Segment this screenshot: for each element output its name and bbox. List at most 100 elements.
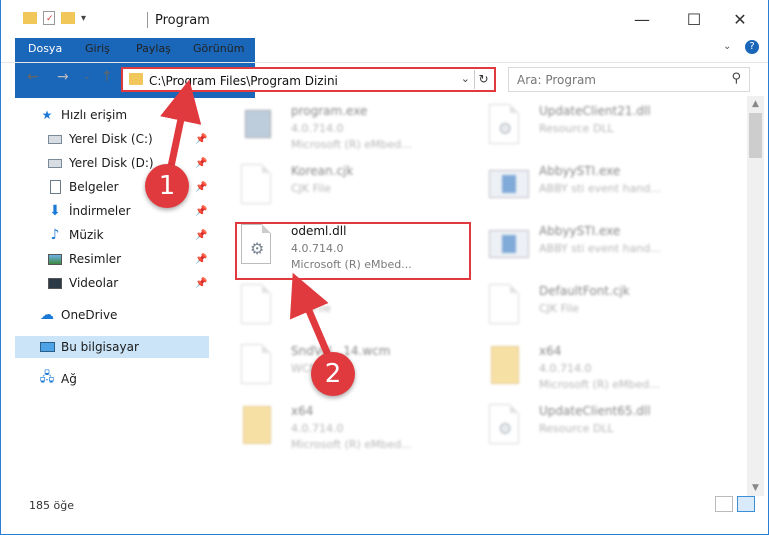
quick-access-toolbar: ✓ ▾ bbox=[23, 11, 86, 25]
list-item[interactable]: ⚙ UpdateClient65.dll Resource DLL bbox=[483, 400, 723, 460]
properties-icon[interactable]: ✓ bbox=[43, 11, 55, 25]
file-name: program.exe bbox=[291, 104, 368, 118]
sidebar-item-network[interactable]: 🖧 Ağ bbox=[15, 368, 209, 390]
list-item[interactable]: AbbyySTI.exe ABBY sti event hand... bbox=[483, 220, 723, 280]
ribbon-tabs: Dosya Giriş Paylaş Görünüm ⌄ ? bbox=[15, 38, 768, 98]
search-placeholder: Ara: Program bbox=[517, 73, 596, 87]
address-bar[interactable]: C:\Program Files\Program Dizini ⌄ ↻ bbox=[121, 67, 496, 92]
sidebar-item-pictures[interactable]: Resimler 📌 bbox=[15, 248, 209, 270]
customize-toolbar-icon[interactable]: ▾ bbox=[81, 13, 86, 24]
file-detail: CJK File bbox=[291, 302, 332, 315]
file-detail: Microsoft (R) eMbed... bbox=[539, 378, 660, 391]
sidebar-item-disk-c[interactable]: Yerel Disk (C:) 📌 bbox=[15, 128, 209, 150]
file-name: Korean.cjk bbox=[291, 164, 354, 178]
network-icon: 🖧 bbox=[39, 370, 55, 385]
address-path: C:\Program Files\Program Dizini bbox=[149, 74, 338, 88]
step-badge-2: 2 bbox=[311, 352, 355, 396]
list-item[interactable]: DefaultFont.cjk CJK File bbox=[483, 280, 723, 340]
file-detail: ABBY sti event hand... bbox=[539, 182, 661, 195]
scrollbar-thumb[interactable] bbox=[749, 113, 762, 158]
list-item[interactable]: ⚙ UpdateClient21.dll Resource DLL bbox=[483, 100, 723, 160]
sidebar-item-label: Resimler bbox=[69, 252, 122, 266]
tab-home[interactable]: Giriş bbox=[77, 38, 118, 61]
pin-icon: 📌 bbox=[195, 253, 208, 265]
close-button[interactable]: ✕ bbox=[727, 8, 753, 30]
back-button[interactable]: ← bbox=[27, 69, 39, 85]
address-dropdown-icon[interactable]: ⌄ bbox=[461, 72, 470, 85]
tab-view[interactable]: Görünüm bbox=[185, 38, 252, 61]
app-icon bbox=[489, 164, 529, 208]
blank-file-icon bbox=[489, 284, 525, 328]
tiles-view-icon[interactable] bbox=[737, 496, 755, 512]
file-name: x64 bbox=[291, 404, 314, 418]
pin-icon: 📌 bbox=[195, 181, 208, 193]
folder-icon bbox=[129, 73, 143, 85]
scroll-up-icon[interactable]: ▲ bbox=[747, 96, 764, 112]
computer-icon bbox=[39, 340, 55, 354]
pictures-icon bbox=[47, 252, 63, 266]
sidebar-item-label: Bu bilgisayar bbox=[61, 340, 139, 354]
dll-icon: ⚙ bbox=[489, 404, 525, 448]
refresh-icon[interactable]: ↻ bbox=[474, 70, 492, 89]
file-detail: Microsoft (R) eMbed... bbox=[291, 138, 412, 151]
new-folder-icon[interactable] bbox=[61, 12, 75, 24]
pin-icon: 📌 bbox=[195, 229, 208, 241]
up-button[interactable]: ↑ bbox=[101, 69, 113, 85]
sidebar-item-quick-access[interactable]: ★ Hızlı erişim bbox=[15, 104, 209, 126]
sidebar-item-onedrive[interactable]: ☁ OneDrive bbox=[15, 304, 209, 326]
file-detail: Resource DLL bbox=[539, 422, 614, 435]
help-icon[interactable]: ? bbox=[745, 40, 759, 54]
search-icon: ⚲ bbox=[731, 71, 741, 86]
title-separator bbox=[147, 12, 148, 28]
list-item[interactable]: x64 4.0.714.0 Microsoft (R) eMbed... bbox=[483, 340, 723, 400]
forward-button[interactable]: → bbox=[57, 69, 69, 85]
sidebar-item-label: OneDrive bbox=[61, 308, 118, 322]
vertical-scrollbar[interactable]: ▲ ▼ bbox=[747, 96, 764, 496]
file-detail: CJK File bbox=[291, 182, 332, 195]
sidebar-item-videos[interactable]: Videolar 📌 bbox=[15, 272, 209, 294]
file-detail: Microsoft (R) eMbed... bbox=[291, 438, 412, 451]
scroll-down-icon[interactable]: ▼ bbox=[747, 480, 764, 496]
sidebar-item-music[interactable]: ♪ Müzik 📌 bbox=[15, 224, 209, 246]
sidebar-item-this-pc[interactable]: Bu bilgisayar bbox=[15, 336, 209, 358]
drive-icon bbox=[47, 132, 63, 146]
details-view-icon[interactable] bbox=[715, 496, 733, 512]
minimize-button[interactable]: — bbox=[629, 8, 655, 30]
folder-icon bbox=[23, 12, 37, 24]
drive-icon bbox=[47, 156, 63, 170]
sidebar-item-label: İndirmeler bbox=[69, 204, 131, 218]
file-name: x64 bbox=[539, 344, 562, 358]
step-badge-1: 1 bbox=[145, 164, 189, 208]
blank-file-icon bbox=[241, 284, 277, 328]
sidebar-item-label: Yerel Disk (C:) bbox=[69, 132, 153, 146]
file-name: UpdateClient21.dll bbox=[539, 104, 651, 118]
list-item[interactable]: Korean.cjk CJK File bbox=[235, 160, 475, 220]
recent-locations-icon[interactable]: ⌄ bbox=[83, 72, 91, 82]
tab-share[interactable]: Paylaş bbox=[128, 38, 179, 61]
file-detail: Resource DLL bbox=[539, 122, 614, 135]
sidebar-item-label: Yerel Disk (D:) bbox=[69, 156, 154, 170]
sidebar-item-label: Hızlı erişim bbox=[61, 108, 128, 122]
item-count: 185 öğe bbox=[29, 499, 74, 512]
zip-icon bbox=[489, 344, 525, 388]
expand-ribbon-icon[interactable]: ⌄ bbox=[723, 41, 731, 52]
blank-file-icon bbox=[241, 344, 277, 388]
view-switcher bbox=[715, 496, 755, 512]
list-item[interactable]: SndVol...14.wcm WCM File bbox=[235, 340, 475, 400]
list-item[interactable]: AbbyySTI.exe ABBY sti event hand... bbox=[483, 160, 723, 220]
file-detail: ABBY sti event hand... bbox=[539, 242, 661, 255]
file-name: DefaultFont.cjk bbox=[539, 284, 630, 298]
list-item[interactable]: program.exe 4.0.714.0 Microsoft (R) eMbe… bbox=[235, 100, 475, 160]
sidebar-item-label: Ağ bbox=[61, 372, 77, 386]
explorer-window: ✓ ▾ Program — ☐ ✕ Dosya Giriş Paylaş Gör… bbox=[0, 0, 769, 535]
file-detail: 4.0.714.0 bbox=[539, 362, 592, 375]
pin-icon: 📌 bbox=[195, 277, 208, 289]
search-input[interactable]: Ara: Program ⚲ bbox=[508, 67, 750, 92]
dll-icon: ⚙ bbox=[489, 104, 525, 148]
list-item[interactable]: x64 4.0.714.0 Microsoft (R) eMbed... bbox=[235, 400, 475, 460]
navigation-pane: ★ Hızlı erişim Yerel Disk (C:) 📌 Yerel D… bbox=[15, 100, 210, 495]
maximize-button[interactable]: ☐ bbox=[681, 8, 707, 30]
cloud-icon: ☁ bbox=[40, 307, 54, 323]
list-item[interactable]: CJK File bbox=[235, 280, 475, 340]
pin-icon: 📌 bbox=[195, 205, 208, 217]
